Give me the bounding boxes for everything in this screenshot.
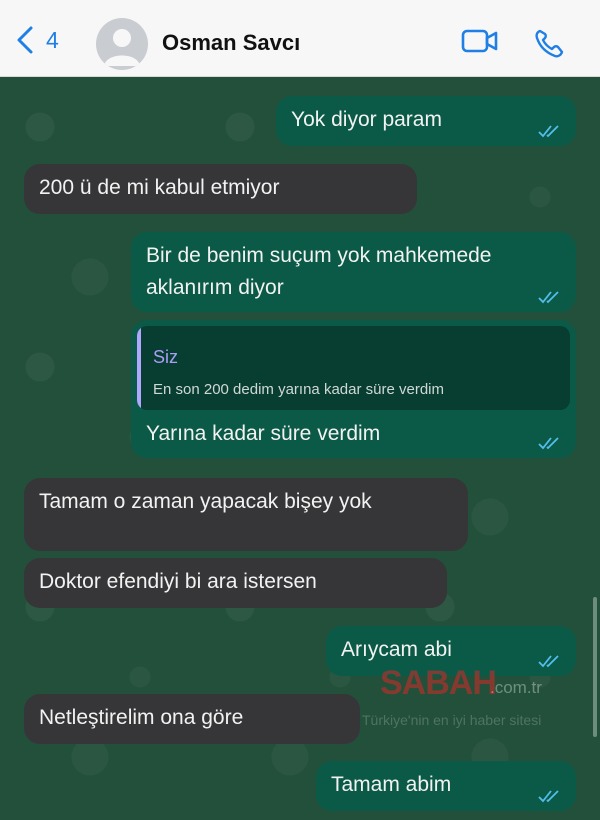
contact-name[interactable]: Osman Savcı xyxy=(162,30,300,56)
voice-call-button[interactable] xyxy=(534,28,566,58)
message-incoming[interactable]: Doktor efendiyi bi ara istersen xyxy=(24,558,447,608)
message-incoming[interactable]: 200 ü de mi kabul etmiyor xyxy=(24,164,417,214)
video-call-button[interactable] xyxy=(461,28,499,54)
phone-icon xyxy=(535,29,564,58)
message-outgoing[interactable]: Yok diyor param xyxy=(276,96,576,146)
message-outgoing-reply[interactable]: Siz En son 200 dedim yarına kadar süre v… xyxy=(131,320,576,458)
message-text: Yarına kadar süre verdim xyxy=(146,422,381,445)
read-ticks-icon xyxy=(538,437,559,450)
message-text: Tamam o zaman yapacak bişey yok xyxy=(39,490,372,513)
quote-bar xyxy=(137,326,141,410)
unread-count: 4 xyxy=(46,26,59,53)
message-text: 200 ü de mi kabul etmiyor xyxy=(39,176,280,199)
read-ticks-icon xyxy=(538,291,559,304)
message-outgoing[interactable]: Tamam abim xyxy=(316,761,576,811)
watermark-domain: .com.tr xyxy=(490,678,542,697)
message-text: Netleştirelim ona göre xyxy=(39,706,244,729)
message-incoming[interactable]: Netleştirelim ona göre xyxy=(24,694,360,744)
back-button[interactable]: 4 xyxy=(16,26,59,54)
message-text-line-2: aklanırım diyor xyxy=(146,276,284,299)
video-camera-icon xyxy=(461,29,498,53)
chat-header: 4 Osman Savcı xyxy=(0,0,600,77)
quoted-author: Siz xyxy=(153,347,179,367)
message-outgoing[interactable]: Bir de benim suçum yok mahkemede aklanır… xyxy=(131,232,576,312)
read-ticks-icon xyxy=(538,790,559,803)
message-text: Tamam abim xyxy=(331,773,452,796)
watermark-brand: SABAH xyxy=(380,664,497,702)
message-text: Yok diyor param xyxy=(291,108,442,131)
quoted-text: En son 200 dedim yarına kadar süre verdi… xyxy=(153,381,444,398)
chevron-left-icon xyxy=(17,26,33,54)
message-text-line-1: Bir de benim suçum yok mahkemede xyxy=(146,244,492,267)
read-ticks-icon xyxy=(538,125,559,138)
message-incoming[interactable]: Tamam o zaman yapacak bişey yok xyxy=(24,478,468,551)
quoted-message[interactable]: Siz En son 200 dedim yarına kadar süre v… xyxy=(137,326,570,410)
avatar[interactable] xyxy=(96,18,148,70)
message-text: Doktor efendiyi bi ara istersen xyxy=(39,570,317,593)
watermark: SABAH .com.tr Türkiye'nin en iyi haber s… xyxy=(362,660,600,740)
watermark-tagline: Türkiye'nin en iyi haber sitesi xyxy=(362,712,542,728)
